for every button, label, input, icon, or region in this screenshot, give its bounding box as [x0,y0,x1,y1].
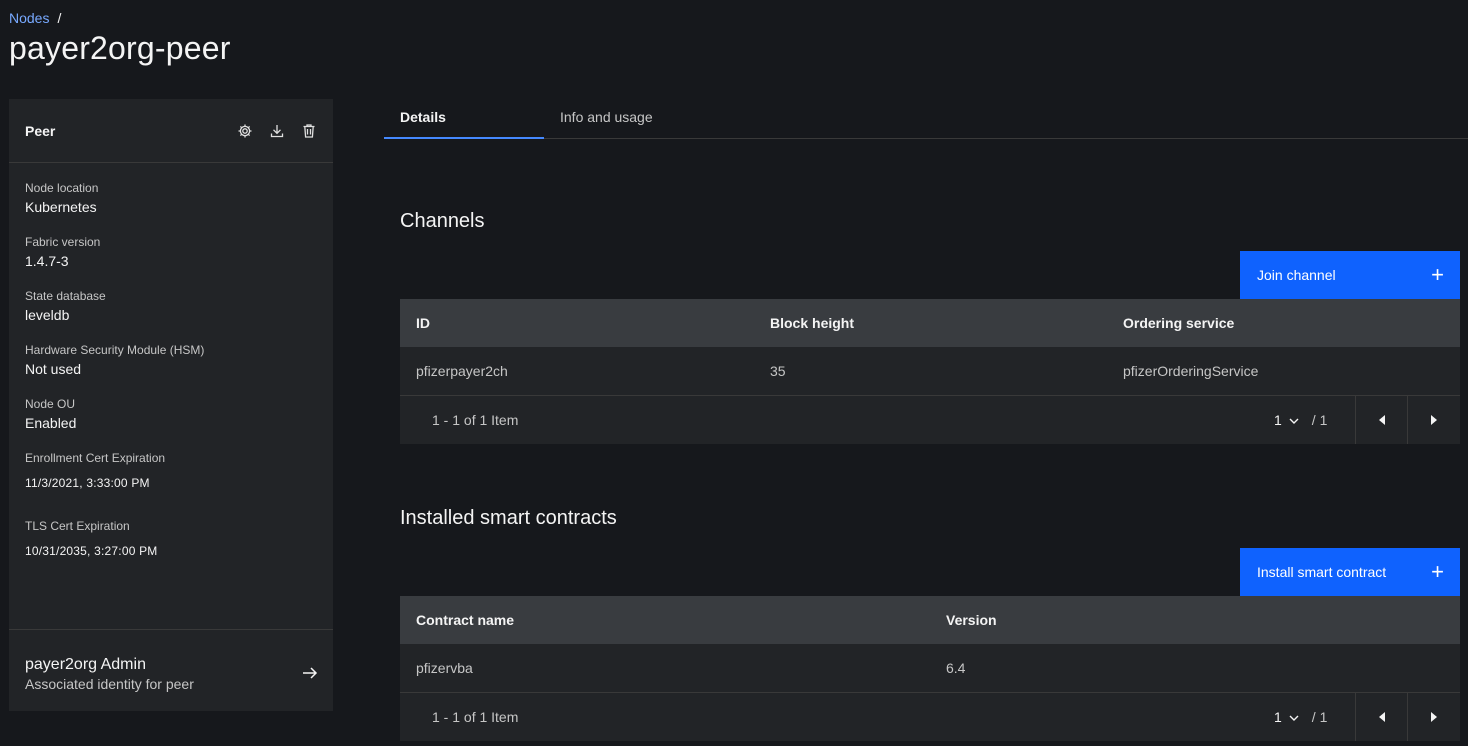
field-state-database: State database leveldb [25,289,317,325]
field-label: Node OU [25,397,76,411]
previous-page-button[interactable] [1355,693,1407,741]
table-row[interactable]: pfizerpayer2ch 35 pfizerOrderingService [400,347,1460,396]
table-row[interactable]: pfizervba 6.4 [400,644,1460,693]
pagination-count: 1 - 1 of 1 Item [432,412,519,428]
caret-right-icon [1430,415,1437,425]
field-label: State database [25,289,106,303]
cell-channel-id: pfizerpayer2ch [416,363,508,379]
field-value: 11/3/2021, 3:33:00 PM [25,476,150,490]
plus-icon: + [1431,262,1444,287]
smart-contracts-table: Contract name Version pfizervba 6.4 1 - … [400,596,1460,741]
page-number: 1 [1274,709,1282,725]
field-tls-cert-expiration: TLS Cert Expiration 10/31/2035, 3:27:00 … [25,519,317,561]
breadcrumb-separator: / [57,10,62,26]
caret-right-icon [1430,712,1437,722]
cell-ordering-service: pfizerOrderingService [1123,363,1259,379]
tab-info-and-usage[interactable]: Info and usage [544,99,704,139]
associated-identity-tile[interactable]: payer2org Admin Associated identity for … [9,629,333,711]
page-number: 1 [1274,412,1282,428]
panel-title: Peer [25,122,56,139]
column-header-version[interactable]: Version [930,612,1460,628]
field-node-ou: Node OU Enabled [25,397,317,433]
field-value: 10/31/2035, 3:27:00 PM [25,544,158,558]
join-channel-label: Join channel [1257,267,1336,283]
join-channel-button[interactable]: Join channel + [1240,251,1460,299]
page-select[interactable]: 1 / 1 [1274,693,1327,741]
tab-details[interactable]: Details [384,99,544,139]
pagination: 1 - 1 of 1 Item 1 / 1 [400,693,1460,741]
table-header: Contract name Version [400,596,1460,644]
install-smart-contract-label: Install smart contract [1257,564,1387,580]
field-enrollment-cert-expiration: Enrollment Cert Expiration 11/3/2021, 3:… [25,451,317,493]
page-total: / 1 [1311,709,1328,725]
previous-page-button[interactable] [1355,396,1407,444]
node-fields: Node location Kubernetes Fabric version … [9,163,333,561]
installed-smart-contracts-title: Installed smart contracts [400,507,617,529]
arrow-right-icon [301,664,319,682]
field-node-location: Node location Kubernetes [25,181,317,217]
page-select[interactable]: 1 / 1 [1274,396,1327,444]
field-label: TLS Cert Expiration [25,519,130,533]
chevron-down-icon [1288,414,1300,426]
cell-contract-name: pfizervba [416,660,473,676]
pagination: 1 - 1 of 1 Item 1 / 1 [400,396,1460,444]
page-title: payer2org-peer [9,30,231,66]
peer-details-panel: Peer Node location Kubernetes Fabric ver… [9,99,333,711]
field-fabric-version: Fabric version 1.4.7-3 [25,235,317,271]
column-header-ordering-service[interactable]: Ordering service [1107,315,1460,331]
next-page-button[interactable] [1407,396,1459,444]
chevron-down-icon [1288,711,1300,723]
tab-list: Details Info and usage [384,99,1468,139]
caret-left-icon [1378,712,1385,722]
caret-left-icon [1378,415,1385,425]
trash-icon[interactable] [301,123,317,139]
install-smart-contract-button[interactable]: Install smart contract + [1240,548,1460,596]
identity-subtitle: Associated identity for peer [25,676,194,692]
panel-header: Peer [9,99,333,163]
cell-version: 6.4 [946,660,966,676]
page-total: / 1 [1311,412,1328,428]
channels-table: ID Block height Ordering service pfizerp… [400,299,1460,444]
download-icon[interactable] [269,123,285,139]
field-value: Not used [25,361,82,377]
field-label: Node location [25,181,99,195]
field-hsm: Hardware Security Module (HSM) Not used [25,343,317,379]
field-value: leveldb [25,307,70,323]
channels-title: Channels [400,210,485,232]
breadcrumb-link-nodes[interactable]: Nodes [9,10,49,26]
column-header-contract-name[interactable]: Contract name [400,612,930,628]
identity-name: payer2org Admin [25,656,146,673]
field-label: Hardware Security Module (HSM) [25,343,205,357]
column-header-id[interactable]: ID [400,315,754,331]
cell-block-height: 35 [770,363,786,379]
pagination-count: 1 - 1 of 1 Item [432,709,519,725]
settings-icon[interactable] [237,123,253,139]
plus-icon: + [1431,559,1444,584]
table-header: ID Block height Ordering service [400,299,1460,347]
field-value: Enabled [25,415,77,431]
field-label: Enrollment Cert Expiration [25,451,166,465]
panel-actions [237,123,317,139]
next-page-button[interactable] [1407,693,1459,741]
breadcrumb: Nodes / [9,10,61,26]
field-label: Fabric version [25,235,101,249]
column-header-block-height[interactable]: Block height [754,315,1107,331]
field-value: 1.4.7-3 [25,253,69,269]
field-value: Kubernetes [25,199,97,215]
